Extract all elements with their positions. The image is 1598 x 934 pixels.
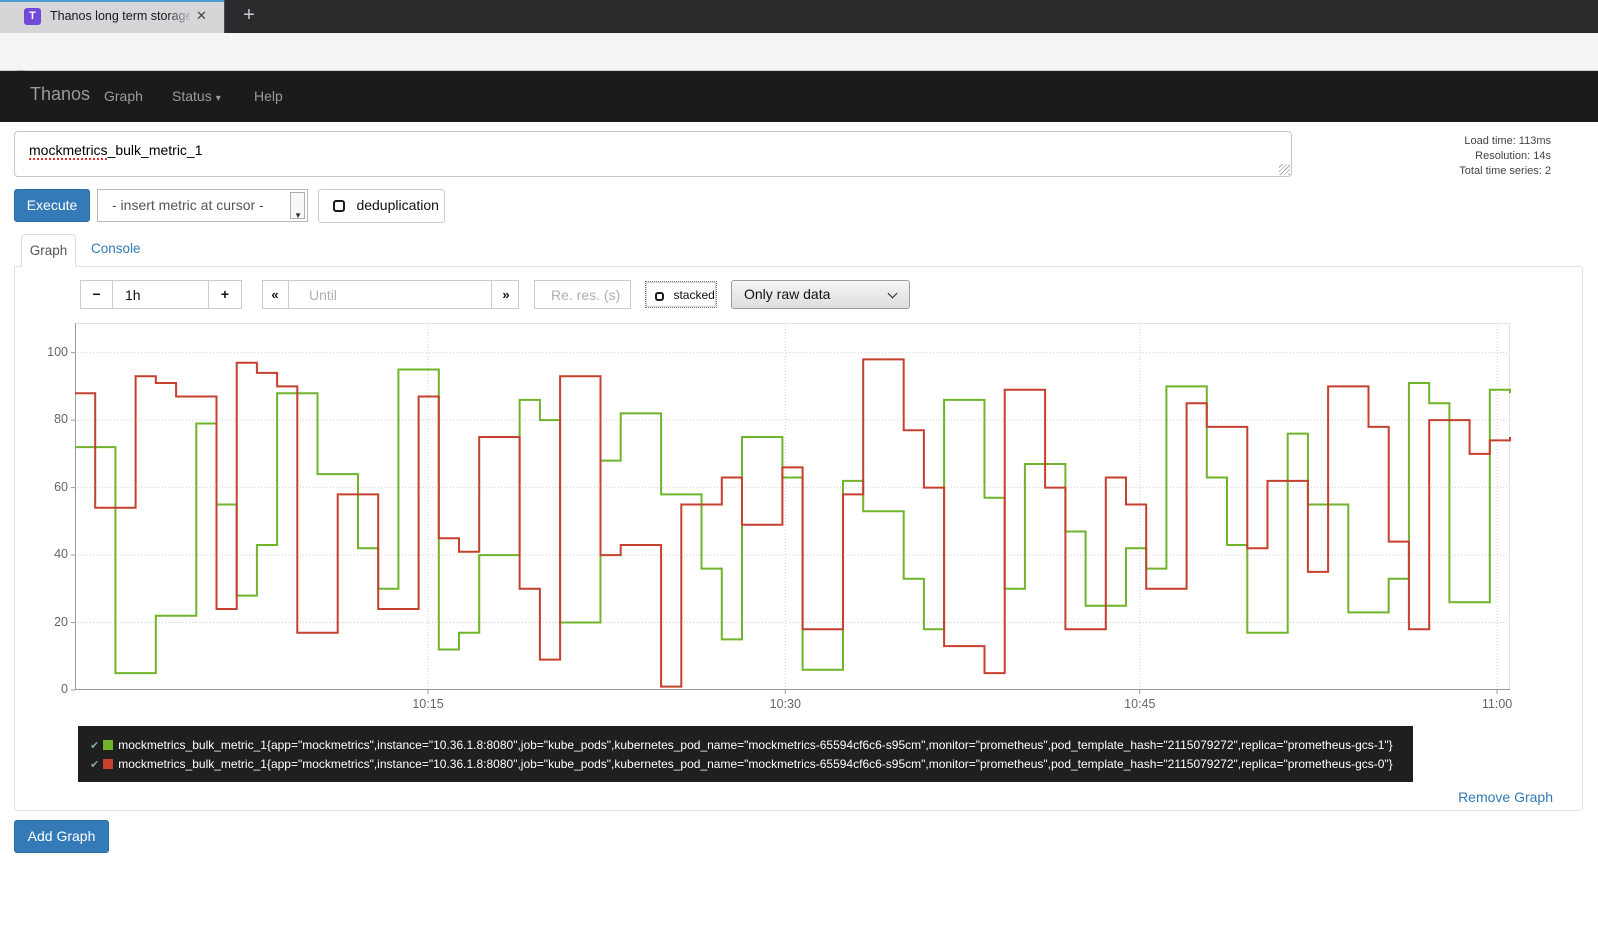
insert-metric-label: - insert metric at cursor - [112, 197, 264, 213]
stacked-toggle[interactable]: stacked [645, 281, 717, 308]
execute-button[interactable]: Execute [14, 189, 90, 222]
legend-row-series-2[interactable]: ✔ mockmetrics_bulk_metric_1{app="mockmetr… [90, 755, 1401, 774]
x-tick-label: 10:15 [412, 697, 443, 711]
legend-row-series-1[interactable]: ✔ mockmetrics_bulk_metric_1{app="mockmetr… [90, 736, 1401, 755]
chevron-down-icon: ▾ [216, 93, 221, 104]
deduplication-label: deduplication [356, 197, 439, 213]
raw-data-selected-option: Only raw data [744, 286, 830, 302]
series-color-swatch-red [103, 759, 113, 769]
legend-series-1-label: mockmetrics_bulk_metric_1{app="mockmetri… [118, 738, 1392, 752]
nav-item-help[interactable]: Help [254, 88, 283, 104]
app-navbar: Thanos Graph Status ▾ Help [0, 71, 1598, 122]
tab-graph[interactable]: Graph [21, 234, 76, 267]
y-axis-labels: 020406080100 [28, 323, 68, 690]
chart-svg [75, 323, 1510, 690]
tab-console[interactable]: Console [91, 241, 141, 256]
y-tick-label: 80 [54, 412, 68, 426]
select-arrow-icon: ▼ [294, 200, 302, 231]
remove-graph-link[interactable]: Remove Graph [1458, 789, 1553, 805]
query-expression-input[interactable]: mockmetrics_bulk_metric_1 [14, 131, 1292, 177]
thanos-favicon-icon: T [24, 8, 41, 25]
y-tick-label: 0 [61, 682, 68, 696]
time-rewind-button[interactable]: « [262, 280, 289, 309]
nav-item-graph[interactable]: Graph [104, 88, 143, 104]
load-time: Load time: 113ms [1331, 134, 1551, 149]
x-axis-labels: 10:15 10:30 10:45 11:00 [75, 697, 1510, 713]
y-tick-label: 100 [47, 345, 68, 359]
tab-title-fade [166, 2, 194, 33]
textarea-resize-grip[interactable] [1279, 164, 1290, 175]
chevron-down-icon [888, 289, 898, 299]
time-forward-button[interactable]: » [491, 280, 519, 309]
nav-item-status[interactable]: Status ▾ [172, 88, 221, 104]
query-stats: Load time: 113ms Resolution: 14s Total t… [1331, 134, 1551, 179]
chart-plot-area[interactable] [75, 323, 1510, 690]
chart-legend: ✔ mockmetrics_bulk_metric_1{app="mockmetr… [78, 726, 1413, 782]
insert-metric-select[interactable]: - insert metric at cursor - ▼ [97, 189, 308, 222]
y-tick-label: 40 [54, 547, 68, 561]
browser-toolbar: ← → ⟳ ⌂ ⓘ 35.244.203.147/graph?g0.range_… [0, 33, 1598, 71]
raw-data-select[interactable]: Only raw data [731, 280, 910, 309]
x-tick-label: 10:30 [770, 697, 801, 711]
checkmark-icon: ✔ [90, 759, 99, 771]
browser-tab-bar: T Thanos long term storage ✕ + [0, 0, 1598, 33]
add-graph-button[interactable]: Add Graph [14, 820, 109, 853]
y-tick-label: 20 [54, 615, 68, 629]
total-time-series: Total time series: 2 [1331, 164, 1551, 179]
until-input[interactable] [288, 280, 492, 309]
x-tick-label: 10:45 [1124, 697, 1155, 711]
browser-tab[interactable]: T Thanos long term storage ✕ [0, 0, 224, 33]
series-color-swatch-green [103, 740, 113, 750]
checkmark-icon: ✔ [90, 740, 99, 752]
legend-series-2-label: mockmetrics_bulk_metric_1{app="mockmetri… [118, 757, 1392, 771]
deduplication-toggle[interactable]: deduplication [318, 189, 445, 223]
query-expression-rest: _bulk_metric_1 [108, 142, 203, 158]
tab-divider [224, 0, 225, 33]
range-increase-button[interactable]: + [208, 280, 242, 309]
x-tick-label: 11:00 [1482, 697, 1512, 711]
range-input[interactable] [112, 280, 209, 309]
screen: T Thanos long term storage ✕ + ← → ⟳ ⌂ ⓘ… [0, 0, 1598, 934]
nav-status-label: Status [172, 88, 212, 104]
brand-thanos[interactable]: Thanos [30, 84, 90, 105]
new-tab-button[interactable]: + [236, 3, 262, 29]
range-decrease-button[interactable]: − [80, 280, 113, 309]
query-expression-flagged: mockmetrics [29, 142, 108, 158]
tab-close-icon[interactable]: ✕ [196, 8, 207, 24]
resolution-input[interactable] [534, 280, 631, 309]
checkbox-unchecked-icon [333, 200, 345, 212]
checkbox-unchecked-icon [655, 292, 664, 301]
y-tick-label: 60 [54, 480, 68, 494]
stacked-label: stacked [673, 288, 714, 302]
resolution: Resolution: 14s [1331, 149, 1551, 164]
